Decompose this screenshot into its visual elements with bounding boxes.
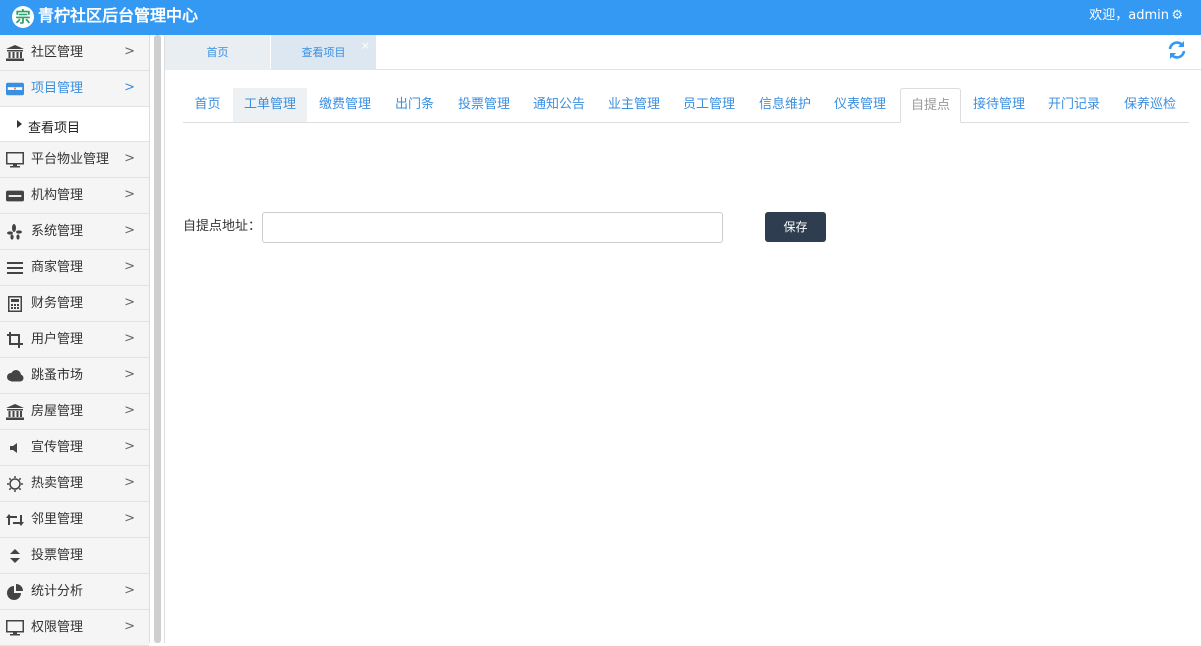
chevron-right-icon: >: [124, 583, 135, 598]
sidebar-item-label: 房屋管理: [31, 404, 84, 419]
pie-chart-icon: [6, 583, 24, 601]
desktop-icon: [6, 619, 24, 637]
tab-reception[interactable]: 接待管理: [962, 88, 1036, 122]
desktop-icon: [6, 151, 24, 169]
tab-work-orders[interactable]: 工单管理: [233, 88, 307, 122]
stripe-icon: [6, 187, 24, 205]
sidebar-item-label: 项目管理: [31, 81, 84, 96]
chevron-right-icon: >: [124, 511, 135, 526]
chevron-right-icon: >: [124, 295, 135, 310]
tab-voting[interactable]: 投票管理: [447, 88, 521, 122]
page-tab-label: 首页: [206, 46, 229, 59]
chevron-right-icon: >: [124, 475, 135, 490]
sidebar-item-permissions[interactable]: 权限管理 >: [0, 610, 149, 646]
cloud-icon: [6, 367, 24, 385]
save-button[interactable]: 保存: [765, 212, 826, 242]
sidebar-item-neighborhood[interactable]: 邻里管理 >: [0, 502, 149, 538]
caret-right-icon: [17, 120, 22, 128]
yelp-icon: [6, 223, 24, 241]
sidebar-item-label: 用户管理: [31, 332, 84, 347]
chevron-right-icon: >: [124, 367, 135, 382]
sidebar-item-label: 权限管理: [31, 620, 84, 635]
sidebar-item-label: 跳蚤市场: [31, 368, 84, 383]
module-tab-bar: 首页 工单管理 缴费管理 出门条 投票管理 通知公告 业主管理 员工管理 信息维…: [183, 88, 1189, 123]
sidebar-item-label: 社区管理: [31, 45, 84, 60]
tab-staff[interactable]: 员工管理: [672, 88, 746, 122]
tab-notices[interactable]: 通知公告: [522, 88, 596, 122]
top-header: 宗 青柠社区后台管理中心 欢迎，admin ⚙: [0, 0, 1201, 35]
retweet-icon: [6, 511, 24, 529]
sidebar-item-housing[interactable]: 房屋管理 >: [0, 394, 149, 430]
sidebar-item-property[interactable]: 平台物业管理 >: [0, 142, 149, 178]
page-tab-bar: 首页 查看项目 ×: [165, 35, 1201, 70]
gear-icon[interactable]: ⚙: [1171, 8, 1183, 24]
app-logo: 宗: [12, 6, 34, 28]
welcome-text[interactable]: 欢迎，admin: [1089, 8, 1169, 24]
pickup-address-input[interactable]: [262, 212, 723, 243]
crop-icon: [6, 331, 24, 349]
page-tab-home[interactable]: 首页: [165, 35, 270, 70]
sidebar-item-community[interactable]: 社区管理 >: [0, 35, 149, 71]
sidebar-item-label: 宣传管理: [31, 440, 84, 455]
sidebar-item-label: 投票管理: [31, 548, 84, 563]
tab-info-maintenance[interactable]: 信息维护: [748, 88, 822, 122]
sidebar-item-system[interactable]: 系统管理 >: [0, 214, 149, 250]
tab-meters[interactable]: 仪表管理: [823, 88, 897, 122]
sidebar-item-merchant[interactable]: 商家管理 >: [0, 250, 149, 286]
sidebar-subitem-label: 查看项目: [28, 121, 81, 136]
chevron-right-icon: >: [124, 403, 135, 418]
sidebar-item-label: 统计分析: [31, 584, 84, 599]
sidebar: 社区管理 > 项目管理 > 查看项目 平台物业管理 > 机构管理 > 系统管理 …: [0, 35, 150, 646]
sidebar-item-label: 系统管理: [31, 224, 84, 239]
close-icon[interactable]: ×: [361, 28, 370, 63]
tab-owners[interactable]: 业主管理: [597, 88, 671, 122]
sidebar-item-label: 热卖管理: [31, 476, 84, 491]
sidebar-item-project[interactable]: 项目管理 >: [0, 71, 149, 107]
sidebar-item-label: 机构管理: [31, 188, 84, 203]
sun-icon: [6, 475, 24, 493]
chevron-right-icon: >: [124, 223, 135, 238]
sidebar-item-flea-market[interactable]: 跳蚤市场 >: [0, 358, 149, 394]
bank-icon: [6, 44, 24, 62]
sidebar-scrollbar[interactable]: [154, 35, 161, 643]
app-title: 青柠社区后台管理中心: [38, 6, 199, 25]
chevron-right-icon: >: [124, 439, 135, 454]
chevron-right-icon: >: [124, 259, 135, 274]
tab-exit-pass[interactable]: 出门条: [383, 88, 446, 122]
sidebar-item-publicity[interactable]: 宣传管理 >: [0, 430, 149, 466]
sidebar-item-organization[interactable]: 机构管理 >: [0, 178, 149, 214]
volume-icon: [6, 439, 24, 457]
sort-icon: [6, 547, 24, 565]
sidebar-item-label: 商家管理: [31, 260, 84, 275]
calculator-icon: [6, 295, 24, 313]
sidebar-subitem-view-project[interactable]: 查看项目: [0, 107, 149, 142]
tab-payments[interactable]: 缴费管理: [308, 88, 382, 122]
pickup-address-label: 自提点地址：: [183, 219, 262, 234]
sidebar-item-finance[interactable]: 财务管理 >: [0, 286, 149, 322]
chevron-right-icon: >: [124, 80, 135, 95]
sidebar-item-statistics[interactable]: 统计分析 >: [0, 574, 149, 610]
bars-icon: [6, 259, 24, 277]
chevron-right-icon: >: [124, 44, 135, 59]
tab-home[interactable]: 首页: [183, 88, 232, 122]
bank-icon: [6, 403, 24, 421]
discover-card-icon: [6, 80, 24, 98]
chevron-right-icon: >: [124, 151, 135, 166]
page-tab-label: 查看项目: [301, 46, 346, 59]
tab-maintenance-patrol[interactable]: 保养巡检: [1113, 88, 1187, 122]
chevron-right-icon: >: [124, 619, 135, 634]
sidebar-item-label: 邻里管理: [31, 512, 84, 527]
sidebar-item-hot-sale[interactable]: 热卖管理 >: [0, 466, 149, 502]
sidebar-item-label: 财务管理: [31, 296, 84, 311]
chevron-right-icon: >: [124, 331, 135, 346]
page-tab-view-project[interactable]: 查看项目 ×: [271, 35, 376, 70]
tab-pickup-point[interactable]: 自提点: [900, 88, 961, 123]
divider: [164, 35, 165, 643]
refresh-icon[interactable]: [1167, 40, 1187, 60]
sidebar-item-voting[interactable]: 投票管理: [0, 538, 149, 574]
chevron-right-icon: >: [124, 187, 135, 202]
sidebar-item-user[interactable]: 用户管理 >: [0, 322, 149, 358]
sidebar-item-label: 平台物业管理: [31, 152, 110, 167]
tab-door-records[interactable]: 开门记录: [1037, 88, 1111, 122]
